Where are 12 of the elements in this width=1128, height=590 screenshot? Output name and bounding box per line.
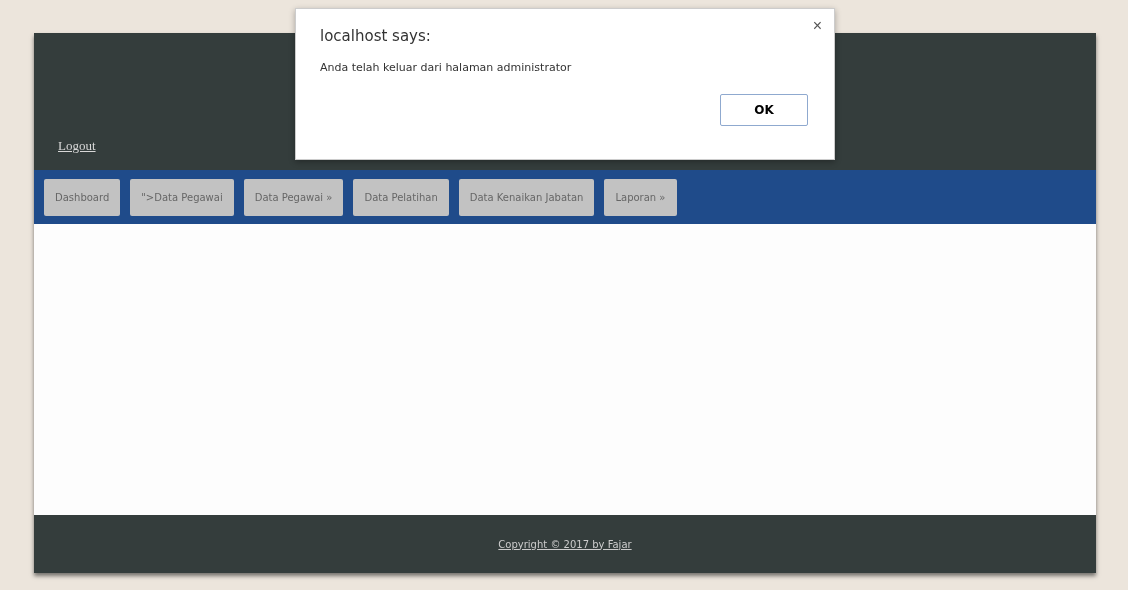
logout-link[interactable]: Logout: [58, 138, 96, 154]
nav-button[interactable]: Dashboard: [44, 178, 121, 216]
dialog-title: localhost says:: [320, 27, 432, 45]
ok-button[interactable]: OK: [720, 94, 808, 126]
close-button[interactable]: ×: [810, 17, 824, 35]
nav-button[interactable]: Data Kenaikan Jabatan: [458, 178, 595, 216]
nav-button[interactable]: Data Pegawai »: [243, 178, 344, 216]
nav-button[interactable]: Laporan »: [604, 178, 677, 216]
copyright-link[interactable]: Copyright © 2017 by Fajar: [498, 538, 632, 550]
nav-button[interactable]: ">Data Pegawai: [130, 178, 234, 216]
dialog-message: Anda telah keluar dari halaman administrator: [320, 61, 573, 74]
nav-button[interactable]: Data Pelatihan: [353, 178, 449, 216]
